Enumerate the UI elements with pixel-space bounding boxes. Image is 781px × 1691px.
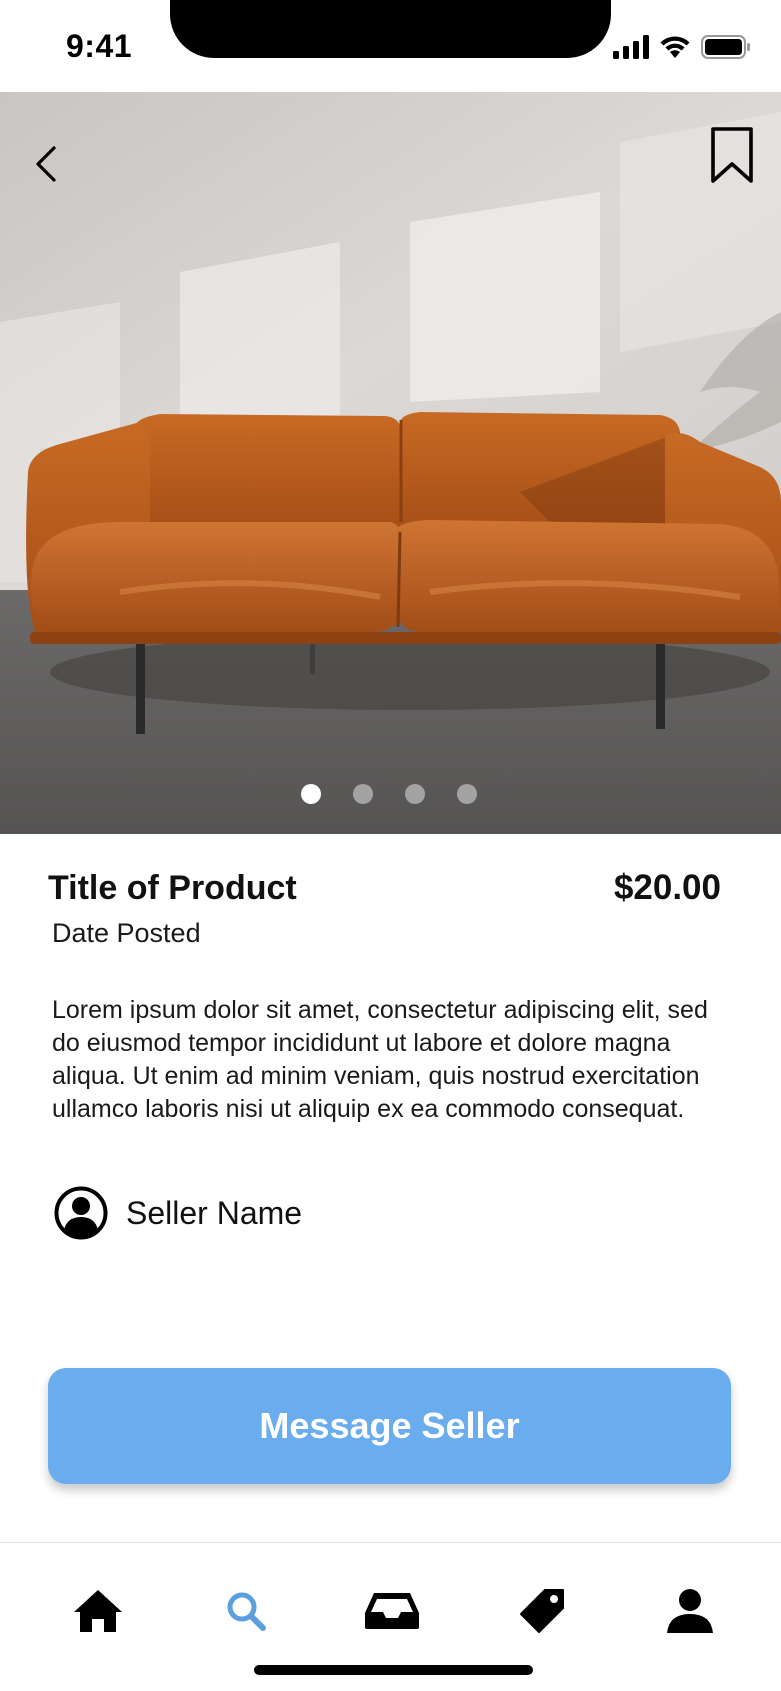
message-seller-button[interactable]: Message Seller [48, 1368, 731, 1484]
seller-row[interactable]: Seller Name [54, 1186, 302, 1240]
user-circle-icon [54, 1186, 108, 1240]
status-time: 9:41 [66, 28, 133, 64]
tab-bar [0, 1542, 781, 1691]
product-title: Title of Product [48, 869, 297, 907]
product-photo [0, 92, 781, 834]
date-posted: Date Posted [52, 918, 201, 948]
notch [170, 0, 611, 58]
product-description: Lorem ipsum dolor sit amet, consectetur … [52, 996, 708, 1123]
tab-home[interactable] [68, 1583, 128, 1639]
carousel-dot[interactable] [456, 784, 477, 804]
bookmark-icon [711, 127, 753, 183]
tab-search[interactable] [216, 1583, 276, 1639]
search-icon [227, 1592, 266, 1631]
product-image-carousel[interactable] [0, 92, 781, 834]
wifi-icon [660, 36, 690, 58]
tab-inbox[interactable] [362, 1583, 422, 1639]
signal-icon [613, 35, 649, 59]
home-icon [74, 1590, 122, 1632]
title-row: Title of Product $20.00 [48, 868, 721, 908]
carousel-dot[interactable] [300, 784, 321, 804]
bookmark-button[interactable] [705, 122, 759, 188]
carousel-dot[interactable] [404, 784, 425, 804]
product-price: $20.00 [613, 868, 721, 907]
home-indicator [254, 1665, 533, 1675]
back-button[interactable] [22, 136, 70, 192]
tag-icon [520, 1589, 564, 1633]
profile-icon [667, 1589, 713, 1633]
status-bar: 9:41 [0, 0, 781, 92]
battery-icon [701, 35, 750, 59]
tab-tag[interactable] [512, 1583, 572, 1639]
chevron-left-icon [36, 146, 56, 182]
inbox-icon [365, 1593, 419, 1629]
tab-profile[interactable] [660, 1583, 720, 1639]
seller-name: Seller Name [126, 1194, 303, 1231]
carousel-dots [0, 784, 781, 804]
carousel-dot[interactable] [352, 784, 373, 804]
status-icons [613, 34, 751, 60]
